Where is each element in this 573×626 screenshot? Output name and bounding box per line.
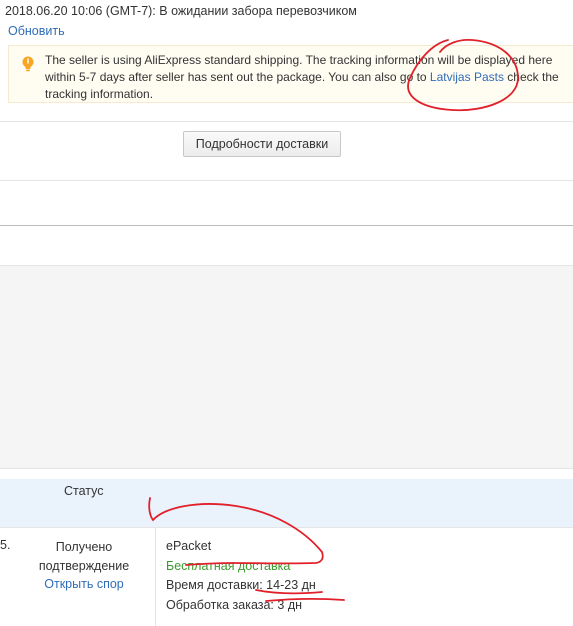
table-header: Статус bbox=[0, 479, 573, 527]
empty-panel bbox=[0, 265, 573, 468]
notice-text: The seller is using AliExpress standard … bbox=[45, 52, 565, 103]
divider bbox=[0, 180, 573, 181]
shipping-details-button[interactable]: Подробности доставки bbox=[183, 131, 341, 157]
lightbulb-icon bbox=[22, 56, 34, 72]
open-dispute-link[interactable]: Открыть спор bbox=[44, 577, 124, 591]
processing-time-label: Обработка заказа: bbox=[166, 597, 274, 612]
delivery-time: Время доставки: 14-23 дн bbox=[166, 576, 316, 596]
order-status-cell: Получено подтверждение Открыть спор bbox=[36, 538, 132, 594]
shipping-info-cell: ePacket Бесплатная доставка Время достав… bbox=[166, 537, 316, 615]
shipping-method: ePacket bbox=[166, 539, 212, 553]
processing-time-value: 3 дн bbox=[277, 597, 303, 612]
delivery-time-value: 14-23 дн bbox=[266, 578, 316, 592]
divider bbox=[0, 527, 573, 528]
divider bbox=[0, 225, 573, 226]
column-divider bbox=[155, 527, 156, 626]
divider bbox=[0, 468, 573, 469]
shipping-notice: The seller is using AliExpress standard … bbox=[8, 45, 573, 103]
latvijas-pasts-link[interactable]: Latvijas Pasts bbox=[430, 70, 504, 84]
delivery-time-label: Время доставки: bbox=[166, 578, 263, 592]
free-shipping-label: Бесплатная доставка bbox=[166, 558, 291, 573]
status-line-1: Получено bbox=[55, 540, 113, 554]
column-header-status: Статус bbox=[64, 484, 104, 498]
status-line-2: подтверждение bbox=[38, 558, 130, 573]
refresh-link[interactable]: Обновить bbox=[8, 24, 65, 38]
divider bbox=[0, 121, 573, 122]
divider bbox=[0, 265, 573, 266]
processing-time: Обработка заказа: 3 дн bbox=[166, 596, 316, 616]
order-status-line: 2018.06.20 10:06 (GMT-7): В ожидании заб… bbox=[5, 4, 357, 18]
row-number-fragment: 5. bbox=[0, 538, 11, 552]
